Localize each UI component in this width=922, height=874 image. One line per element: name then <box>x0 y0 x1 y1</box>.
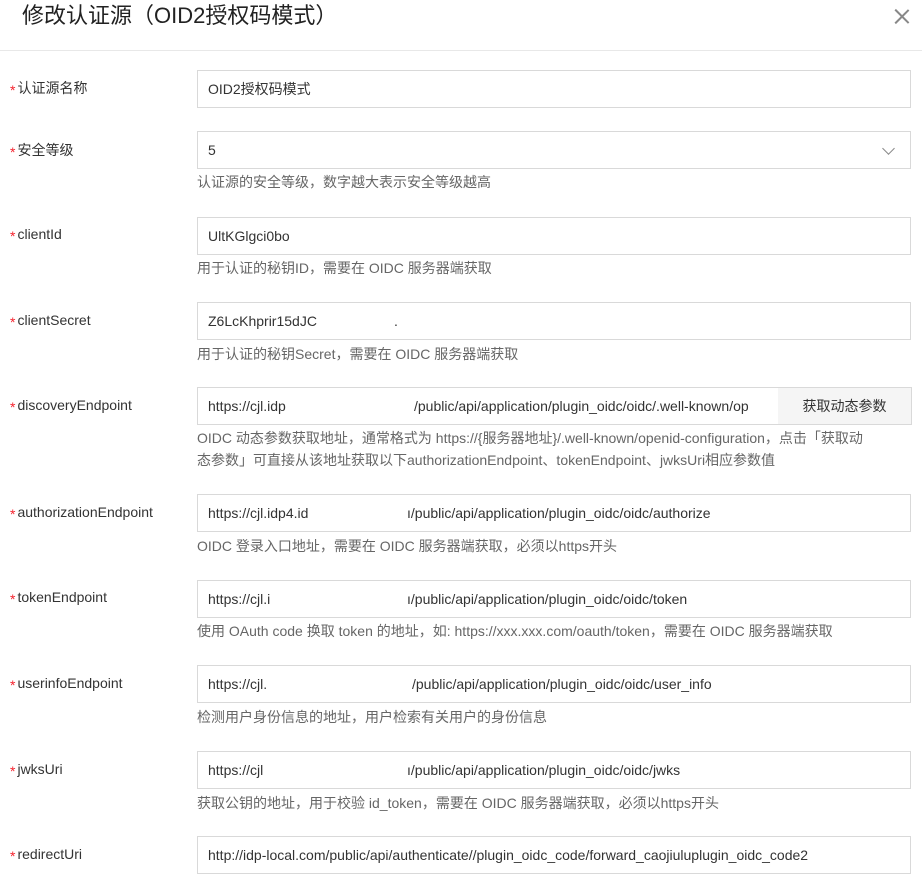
authorization-input[interactable]: https://cjl.idp4.id ı/public/api/applicat… <box>197 494 911 532</box>
clientid-label: * clientId <box>10 226 62 244</box>
authorization-help: OIDC 登录入口地址，需要在 OIDC 服务器端获取，必须以https开头 <box>197 538 618 554</box>
security-select[interactable]: 5 <box>197 131 911 169</box>
userinfo-help: 检测用户身份信息的地址，用户检索有关用户的身份信息 <box>197 709 547 725</box>
security-help: 认证源的安全等级，数字越大表示安全等级越高 <box>197 174 491 190</box>
close-icon[interactable] <box>892 6 912 26</box>
name-input[interactable]: OID2授权码模式 <box>197 70 911 108</box>
required-mark: * <box>10 144 16 160</box>
required-mark: * <box>10 82 16 98</box>
required-mark: * <box>10 314 16 330</box>
discovery-input[interactable]: https://cjl.idp/public/api/application/p… <box>197 387 779 425</box>
redirect-input[interactable]: http://idp-local.com/public/api/authenti… <box>197 836 911 874</box>
jwks-label: * jwksUri <box>10 761 63 779</box>
required-mark: * <box>10 399 16 415</box>
token-label: * tokenEndpoint <box>10 589 107 607</box>
required-mark: * <box>10 506 16 522</box>
userinfo-label: * userinfoEndpoint <box>10 675 123 693</box>
token-input[interactable]: https://cjl.i ı/public/api/application/pl… <box>197 580 911 618</box>
jwks-help: 获取公钥的地址，用于校验 id_token，需要在 OIDC 服务器端获取，必须… <box>197 795 719 811</box>
discovery-help: OIDC 动态参数获取地址，通常格式为 https://{服务器地址}/.wel… <box>197 430 863 468</box>
dialog-title: 修改认证源（OID2授权码模式） <box>22 3 338 28</box>
redirect-label: * redirectUri <box>10 846 83 864</box>
name-label: * 认证源名称 <box>10 80 88 98</box>
discovery-label: * discoveryEndpoint <box>10 397 132 415</box>
jwks-input[interactable]: https://cjl ı/public/api/application/plug… <box>197 751 911 789</box>
security-label: * 安全等级 <box>10 142 74 160</box>
clientsecret-help: 用于认证的秘钥Secret，需要在 OIDC 服务器端获取 <box>197 346 519 362</box>
fetch-dynamic-params-button[interactable]: 获取动态参数 <box>778 387 912 425</box>
required-mark: * <box>10 228 16 244</box>
required-mark: * <box>10 763 16 779</box>
token-help: 使用 OAuth code 换取 token 的地址，如: https://xx… <box>197 623 833 639</box>
required-mark: * <box>10 677 16 693</box>
userinfo-input[interactable]: https://cjl./public/api/application/plug… <box>197 665 911 703</box>
clientsecret-input[interactable]: Z6LcKhprir15dJC. <box>197 302 911 340</box>
dialog-header: 修改认证源（OID2授权码模式） <box>0 0 922 51</box>
clientsecret-label: * clientSecret <box>10 312 91 330</box>
authorization-label: * authorizationEndpoint <box>10 504 153 522</box>
required-mark: * <box>10 591 16 607</box>
clientid-help: 用于认证的秘钥ID，需要在 OIDC 服务器端获取 <box>197 260 492 276</box>
required-mark: * <box>10 848 16 864</box>
clientid-input[interactable]: UltKGlgci0bo <box>197 217 911 255</box>
